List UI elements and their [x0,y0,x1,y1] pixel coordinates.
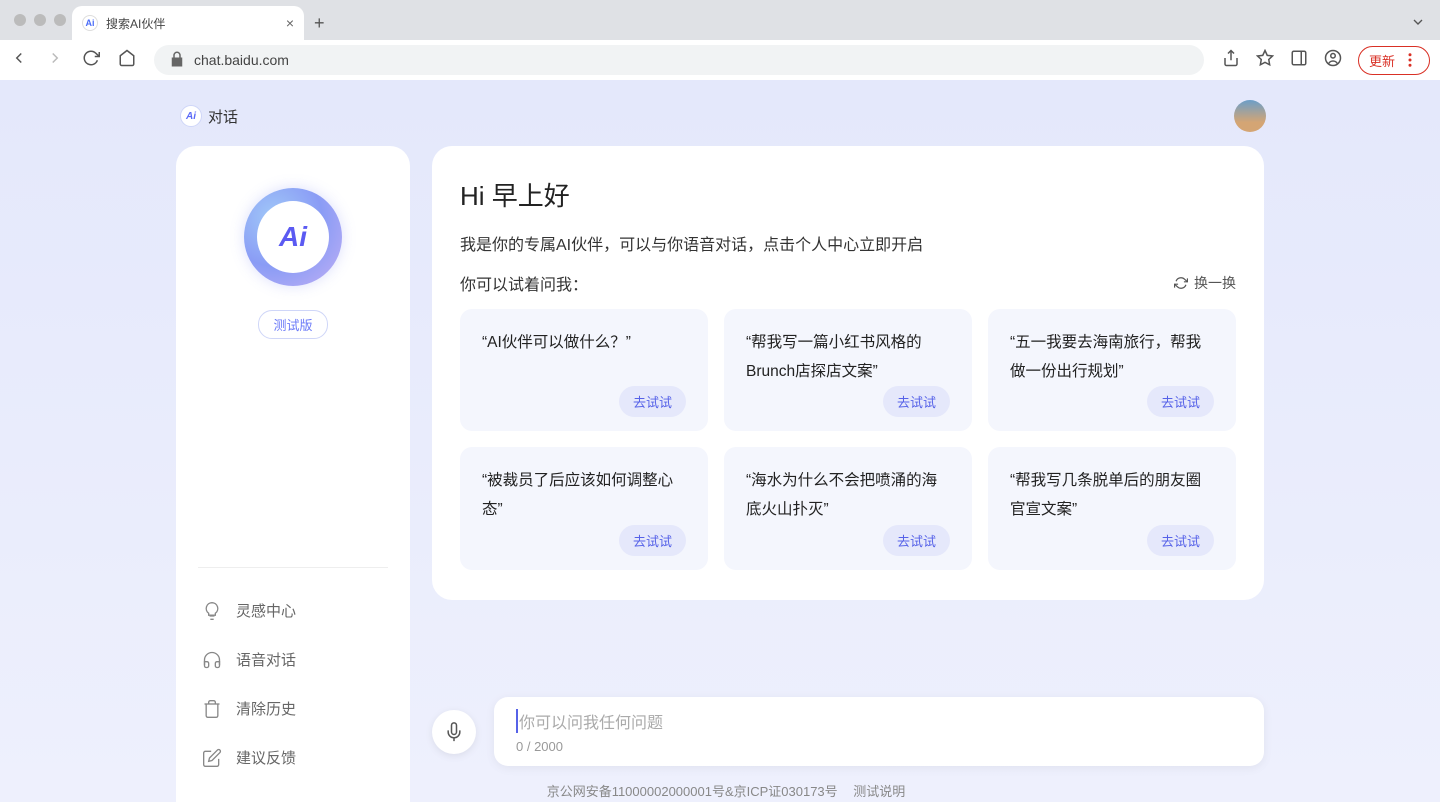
try-button[interactable]: 去试试 [619,525,686,556]
try-button[interactable]: 去试试 [1147,525,1214,556]
refresh-icon [1174,276,1188,290]
new-tab-button[interactable]: + [314,6,325,40]
footer: 京公网安备11000002000001号&京ICP证030173号 测试说明 [0,781,1440,802]
page-title: 对话 [208,106,238,127]
beta-badge: 测试版 [258,310,327,339]
lightbulb-icon [202,601,222,621]
test-note-link[interactable]: 测试说明 [853,784,905,799]
sidebar-menu: 灵感中心 语音对话 清除历史 建议反馈 [198,586,388,782]
char-counter: 0 / 2000 [516,739,1242,754]
page-header: Ai 对话 [0,92,1440,140]
traffic-lights [14,14,66,26]
greeting: Hi 早上好 [460,176,1236,213]
lock-icon [168,50,186,71]
sidebar-item-clear[interactable]: 清除历史 [198,684,388,733]
content-card: Hi 早上好 我是你的专属AI伙伴，可以与你语音对话，点击个人中心立即开启 你可… [432,146,1264,600]
url-box[interactable]: chat.baidu.com [154,45,1204,75]
prompt-text: “AI伙伴可以做什么？” [482,329,686,358]
tabs-dropdown-icon[interactable] [1410,14,1426,35]
menu-label: 建议反馈 [236,747,296,768]
menu-label: 清除历史 [236,698,296,719]
sidebar: Ai 测试版 灵感中心 语音对话 清除历史 建议反馈 [176,146,410,802]
tab-close-icon[interactable]: × [286,15,294,31]
menu-label: 语音对话 [236,649,296,670]
page-body: Ai 对话 Ai 测试版 灵感中心 语音对话 [0,80,1440,802]
profile-icon[interactable] [1324,49,1342,72]
address-bar: chat.baidu.com 更新 [0,40,1440,80]
prompt-text: “五一我要去海南旅行，帮我做一份出行规划” [1010,329,1214,386]
toolbar-right: 更新 [1222,46,1430,75]
sidebar-divider [198,567,388,568]
prompt-text: “海水为什么不会把喷涌的海底火山扑灭” [746,467,950,524]
prompt-card[interactable]: “AI伙伴可以做什么？” 去试试 [460,309,708,431]
nav-icons [10,49,136,72]
input-placeholder: 你可以问我任何问题 [516,709,1242,733]
prompt-card[interactable]: “被裁员了后应该如何调整心态” 去试试 [460,447,708,569]
headphones-icon [202,650,222,670]
bookmark-icon[interactable] [1256,49,1274,72]
try-button[interactable]: 去试试 [619,386,686,417]
user-avatar[interactable] [1234,100,1266,132]
prompt-card[interactable]: “五一我要去海南旅行，帮我做一份出行规划” 去试试 [988,309,1236,431]
header-left: Ai 对话 [180,105,238,127]
traffic-max-icon[interactable] [54,14,66,26]
tab-title: 搜索AI伙伴 [106,15,165,32]
favicon-icon: Ai [82,15,98,31]
main: Hi 早上好 我是你的专属AI伙伴，可以与你语音对话，点击个人中心立即开启 你可… [432,146,1264,802]
forward-button [46,49,64,72]
prompt-text: “被裁员了后应该如何调整心态” [482,467,686,524]
tab-bar: Ai 搜索AI伙伴 × + [0,0,1440,40]
edit-icon [202,748,222,768]
menu-label: 灵感中心 [236,600,296,621]
subtitle: 我是你的专属AI伙伴，可以与你语音对话，点击个人中心立即开启 [460,231,1236,255]
voice-button[interactable] [432,710,476,754]
prompt-text: “帮我写一篇小红书风格的Brunch店探店文案” [746,329,950,386]
prompt-cards: “AI伙伴可以做什么？” 去试试 “帮我写一篇小红书风格的Brunch店探店文案… [460,309,1236,570]
microphone-icon [444,722,464,742]
traffic-close-icon[interactable] [14,14,26,26]
sidebar-item-voice[interactable]: 语音对话 [198,635,388,684]
prompt-card[interactable]: “海水为什么不会把喷涌的海底火山扑灭” 去试试 [724,447,972,569]
prompt-card[interactable]: “帮我写几条脱单后的朋友圈官宣文案” 去试试 [988,447,1236,569]
browser-chrome: Ai 搜索AI伙伴 × + chat.baidu.com 更新 [0,0,1440,80]
ai-badge-icon: Ai [180,105,202,127]
reload-button[interactable] [82,49,100,72]
try-button[interactable]: 去试试 [883,386,950,417]
try-label: 你可以试着问我： [460,271,588,295]
back-button[interactable] [10,49,28,72]
prompt-text: “帮我写几条脱单后的朋友圈官宣文案” [1010,467,1214,524]
traffic-min-icon[interactable] [34,14,46,26]
ai-logo-text: Ai [257,201,329,273]
browser-tab[interactable]: Ai 搜索AI伙伴 × [72,6,304,40]
panel-icon[interactable] [1290,49,1308,72]
try-button[interactable]: 去试试 [883,525,950,556]
refresh-button[interactable]: 换一换 [1174,273,1236,293]
prompt-card[interactable]: “帮我写一篇小红书风格的Brunch店探店文案” 去试试 [724,309,972,431]
license-text: 京公网安备11000002000001号&京ICP证030173号 [547,784,838,799]
try-row: 你可以试着问我： 换一换 [460,271,1236,295]
layout: Ai 测试版 灵感中心 语音对话 清除历史 建议反馈 [176,146,1264,802]
chat-input[interactable]: 你可以问我任何问题 0 / 2000 [494,697,1264,766]
update-button[interactable]: 更新 [1358,46,1430,75]
share-icon[interactable] [1222,49,1240,72]
ai-logo: Ai [244,188,342,286]
trash-icon [202,699,222,719]
url-text: chat.baidu.com [194,52,289,68]
home-button[interactable] [118,49,136,72]
try-button[interactable]: 去试试 [1147,386,1214,417]
sidebar-item-feedback[interactable]: 建议反馈 [198,733,388,782]
sidebar-item-inspiration[interactable]: 灵感中心 [198,586,388,635]
